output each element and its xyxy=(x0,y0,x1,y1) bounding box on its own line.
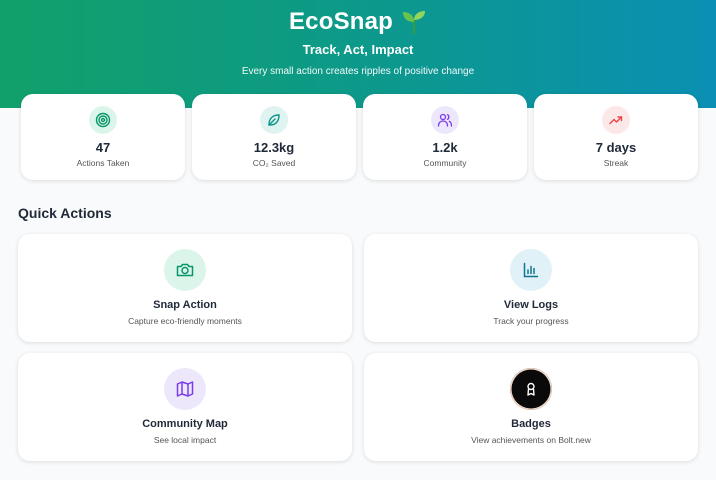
action-title: Community Map xyxy=(142,418,228,430)
trending-up-icon xyxy=(602,106,630,134)
map-icon xyxy=(164,368,206,410)
action-subtitle: Capture eco-friendly moments xyxy=(128,316,242,326)
app-title: EcoSnap xyxy=(288,8,394,35)
sprout-icon xyxy=(401,9,427,35)
action-title: Badges xyxy=(511,418,551,430)
action-subtitle: View achievements on Bolt.new xyxy=(471,435,591,445)
hero-header: EcoSnap Track, Act, Impact Every small a… xyxy=(0,0,716,108)
stat-card-community: 1.2k Community xyxy=(363,94,527,180)
users-icon xyxy=(431,106,459,134)
stat-card-actions: 47 Actions Taken xyxy=(21,94,185,180)
stat-value: 7 days xyxy=(595,140,637,155)
bar-chart-icon xyxy=(510,249,552,291)
app-subtitle: Every small action creates ripples of po… xyxy=(241,66,475,77)
stat-value: 12.3kg xyxy=(253,140,295,155)
badges-button[interactable]: Badges View achievements on Bolt.new xyxy=(364,353,698,461)
target-icon xyxy=(89,106,117,134)
community-map-button[interactable]: Community Map See local impact xyxy=(18,353,352,461)
app-title-row: EcoSnap xyxy=(0,8,716,36)
stat-label: CO₂ Saved xyxy=(252,158,296,168)
action-subtitle: Track your progress xyxy=(493,316,569,326)
stat-value: 1.2k xyxy=(432,140,458,155)
app-tagline: Track, Act, Impact xyxy=(302,42,414,57)
stat-label: Actions Taken xyxy=(76,158,130,168)
view-logs-button[interactable]: View Logs Track your progress xyxy=(364,234,698,342)
snap-action-button[interactable]: Snap Action Capture eco-friendly moments xyxy=(18,234,352,342)
leaf-icon xyxy=(260,106,288,134)
action-title: View Logs xyxy=(503,299,559,311)
stat-value: 47 xyxy=(95,140,111,155)
stat-card-streak: 7 days Streak xyxy=(534,94,698,180)
stat-card-co2: 12.3kg CO₂ Saved xyxy=(192,94,356,180)
stat-label: Streak xyxy=(603,158,629,168)
quick-actions-heading: Quick Actions xyxy=(18,205,112,221)
action-subtitle: See local impact xyxy=(153,435,217,445)
badge-icon xyxy=(510,368,552,410)
camera-icon xyxy=(164,249,206,291)
action-title: Snap Action xyxy=(153,299,217,311)
stat-label: Community xyxy=(423,158,467,168)
